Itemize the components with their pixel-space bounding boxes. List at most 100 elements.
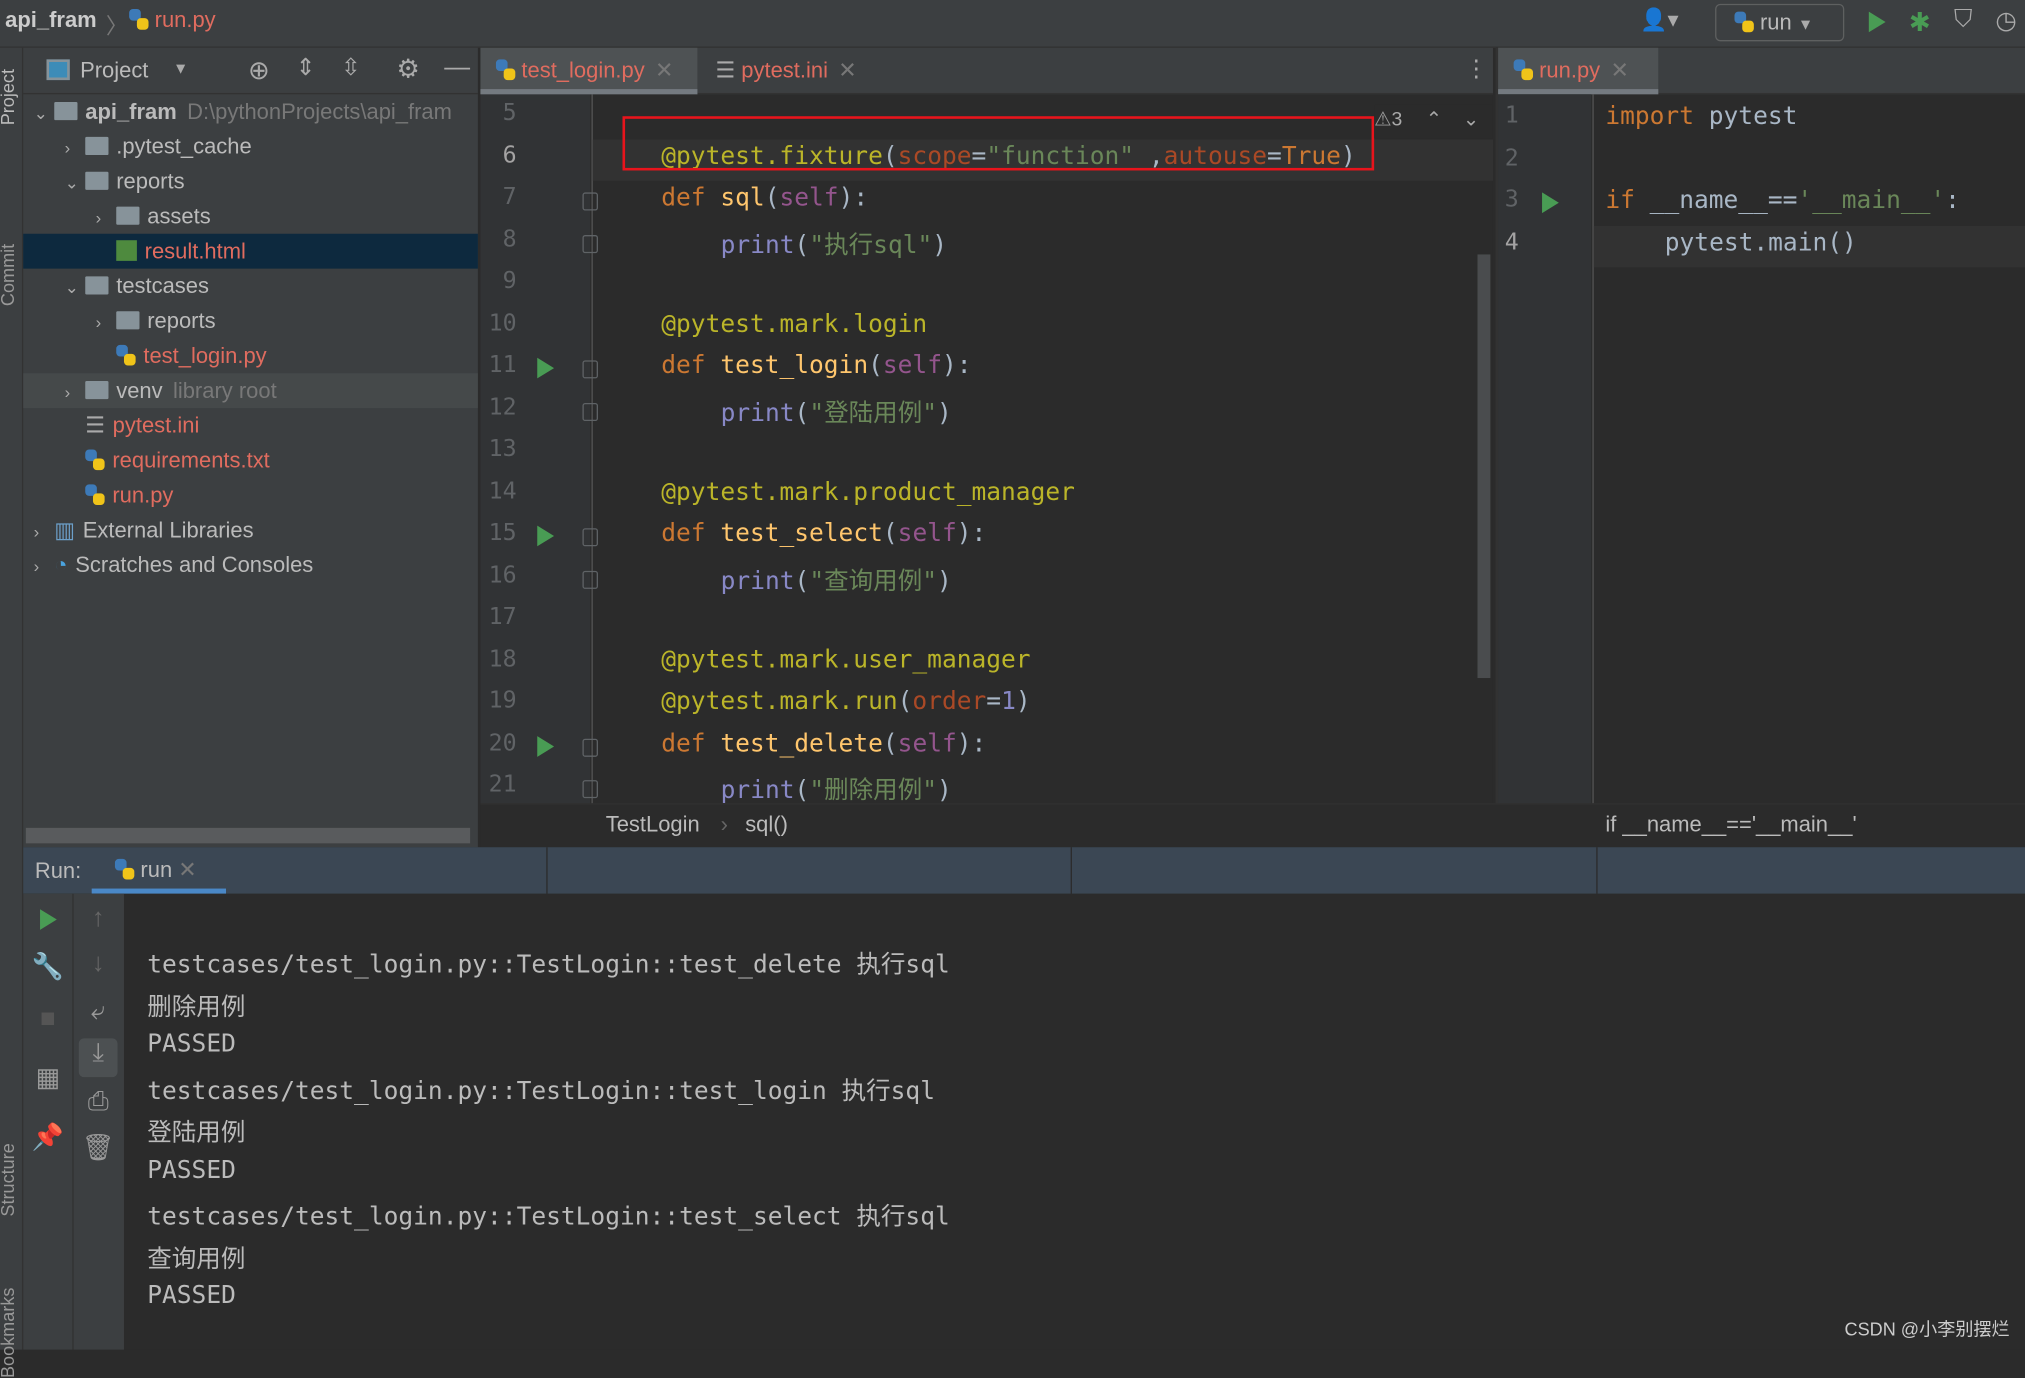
- run-button[interactable]: [1868, 11, 1886, 33]
- fold-marker-icon[interactable]: [582, 402, 598, 421]
- fold-marker-icon[interactable]: [582, 528, 598, 547]
- tree-item[interactable]: › ◔ Scratches and Consoles: [23, 548, 478, 583]
- pin-icon[interactable]: 📌: [28, 1121, 67, 1153]
- tree-item[interactable]: ☰ pytest.ini: [23, 408, 478, 443]
- folder-icon: [54, 102, 78, 121]
- fold-marker-icon[interactable]: [582, 780, 598, 799]
- more-tabs-icon[interactable]: ⋮: [1465, 56, 1488, 83]
- code-line[interactable]: import pytest: [1605, 102, 1797, 130]
- fold-marker-icon[interactable]: [582, 234, 598, 253]
- run-gutter-icon[interactable]: [537, 525, 555, 547]
- tree-item[interactable]: run.py: [23, 478, 478, 513]
- chevron-down-icon[interactable]: ▼: [173, 59, 188, 77]
- soft-wrap-icon[interactable]: ⤶: [79, 997, 118, 1027]
- run-toolbar-secondary: ↑ ↓ ⤶ ⤓ ⎙ 🗑: [73, 893, 124, 1350]
- fold-marker-icon[interactable]: [582, 738, 598, 757]
- user-icon[interactable]: 👤▾: [1640, 8, 1678, 34]
- code-line[interactable]: @pytest.mark.run(order=1): [661, 687, 1030, 715]
- breadcrumb-file[interactable]: run.py: [129, 8, 216, 34]
- tree-item[interactable]: ⌄ api_fram D:\pythonProjects\api_fram: [23, 94, 478, 129]
- breadcrumb-project[interactable]: api_fram: [5, 8, 97, 34]
- code-line[interactable]: print("执行sql"): [721, 225, 947, 260]
- code-line[interactable]: def test_login(self):: [661, 351, 971, 379]
- tree-item[interactable]: requirements.txt: [23, 443, 478, 478]
- trash-icon[interactable]: 🗑: [79, 1131, 118, 1163]
- breadcrumb-method[interactable]: sql(): [745, 812, 788, 838]
- next-highlight-icon[interactable]: ⌄: [1463, 108, 1479, 130]
- vertical-scrollbar[interactable]: [1477, 254, 1491, 679]
- breadcrumb-right[interactable]: if __name__=='__main__': [1605, 812, 1856, 838]
- debug-icon[interactable]: ✱: [1909, 6, 1931, 38]
- tree-item[interactable]: › assets: [23, 199, 478, 234]
- layout-icon[interactable]: ▦: [28, 1062, 67, 1094]
- run-gutter-icon[interactable]: [537, 735, 555, 757]
- tree-item[interactable]: test_login.py: [23, 338, 478, 373]
- code-line[interactable]: @pytest.mark.login: [661, 309, 927, 337]
- chevron-right-icon[interactable]: ›: [34, 514, 55, 549]
- stop-icon[interactable]: ■: [28, 1005, 67, 1035]
- arrow-down-icon[interactable]: ↓: [79, 949, 118, 979]
- tab-pytest-ini[interactable]: ☰ pytest.ini ✕: [700, 48, 872, 94]
- run-config-dropdown[interactable]: run ▼: [1715, 3, 1845, 42]
- close-icon[interactable]: ✕: [1610, 58, 1628, 83]
- commit-tool-tab[interactable]: Commit: [0, 244, 18, 306]
- previous-highlight-icon[interactable]: ⌃: [1426, 108, 1442, 130]
- chevron-right-icon[interactable]: ›: [65, 375, 86, 410]
- tree-item[interactable]: › reports: [23, 304, 478, 339]
- fold-marker-icon[interactable]: [582, 570, 598, 589]
- tree-item[interactable]: result.html: [23, 233, 478, 269]
- tree-item[interactable]: › .pytest_cache: [23, 129, 478, 164]
- print-icon[interactable]: ⎙: [79, 1087, 118, 1117]
- profile-icon[interactable]: ◷: [1995, 6, 2016, 36]
- chevron-right-icon[interactable]: ›: [34, 549, 55, 584]
- scroll-to-end-icon[interactable]: ⤓: [78, 1038, 118, 1078]
- tab-run-py[interactable]: run.py ✕: [1498, 47, 1659, 95]
- tab-test-login-py[interactable]: test_login.py ✕: [480, 47, 698, 95]
- code-line[interactable]: @pytest.mark.user_manager: [661, 645, 1030, 673]
- line-number: 9: [502, 267, 517, 295]
- wrench-icon[interactable]: 🔧: [28, 951, 67, 983]
- project-view-selector[interactable]: Project: [80, 58, 148, 84]
- chevron-right-icon[interactable]: ›: [96, 200, 117, 235]
- chevron-down-icon[interactable]: ⌄: [65, 165, 86, 200]
- locate-icon[interactable]: ⊕: [248, 54, 270, 86]
- code-line[interactable]: @pytest.mark.product_manager: [661, 477, 1075, 505]
- run-gutter-icon[interactable]: [537, 357, 555, 379]
- code-line[interactable]: print("删除用例"): [721, 771, 952, 806]
- run-tab[interactable]: run ✕: [91, 847, 227, 894]
- code-line[interactable]: if __name__=='__main__':: [1605, 186, 1960, 214]
- chevron-right-icon[interactable]: ›: [96, 305, 117, 340]
- close-icon[interactable]: ✕: [178, 858, 196, 883]
- coverage-icon[interactable]: ⛉: [1954, 6, 1972, 34]
- code-line[interactable]: print("登陆用例"): [721, 393, 952, 428]
- collapse-all-icon[interactable]: ⇳: [341, 54, 360, 81]
- code-line[interactable]: print("查询用例"): [721, 561, 952, 596]
- chevron-down-icon[interactable]: ⌄: [34, 96, 55, 131]
- chevron-down-icon[interactable]: ⌄: [65, 270, 86, 305]
- tree-item[interactable]: ⌄ reports: [23, 164, 478, 199]
- inspection-widget[interactable]: ⚠3 ⌃ ⌄: [1374, 104, 1493, 139]
- close-icon[interactable]: ✕: [655, 58, 673, 83]
- tree-item[interactable]: › venv library root: [23, 373, 478, 410]
- chevron-right-icon[interactable]: ›: [65, 130, 86, 165]
- expand-all-icon[interactable]: ⇕: [296, 54, 315, 81]
- bookmarks-tool-tab[interactable]: Bookmarks: [0, 1288, 18, 1378]
- code-line[interactable]: pytest.main(): [1665, 228, 1857, 256]
- code-line[interactable]: def test_select(self):: [661, 519, 986, 547]
- fold-marker-icon[interactable]: [582, 192, 598, 211]
- run-gutter-icon[interactable]: [1542, 192, 1559, 214]
- project-tool-tab[interactable]: Project: [0, 69, 18, 125]
- breadcrumb-class[interactable]: TestLogin: [606, 812, 700, 838]
- structure-tool-tab[interactable]: Structure: [0, 1143, 18, 1216]
- code-line[interactable]: def sql(self):: [661, 183, 868, 211]
- rerun-button[interactable]: [40, 909, 57, 930]
- tree-item[interactable]: ⌄ testcases: [23, 269, 478, 304]
- hide-icon[interactable]: —: [444, 53, 470, 83]
- arrow-up-icon[interactable]: ↑: [79, 904, 118, 934]
- tree-item[interactable]: › ▥ External Libraries: [23, 513, 478, 548]
- gear-icon[interactable]: ⚙: [396, 53, 419, 85]
- close-icon[interactable]: ✕: [838, 58, 856, 83]
- fold-marker-icon[interactable]: [582, 360, 598, 379]
- code-line[interactable]: def test_delete(self):: [661, 729, 986, 757]
- horizontal-scrollbar[interactable]: [25, 827, 471, 844]
